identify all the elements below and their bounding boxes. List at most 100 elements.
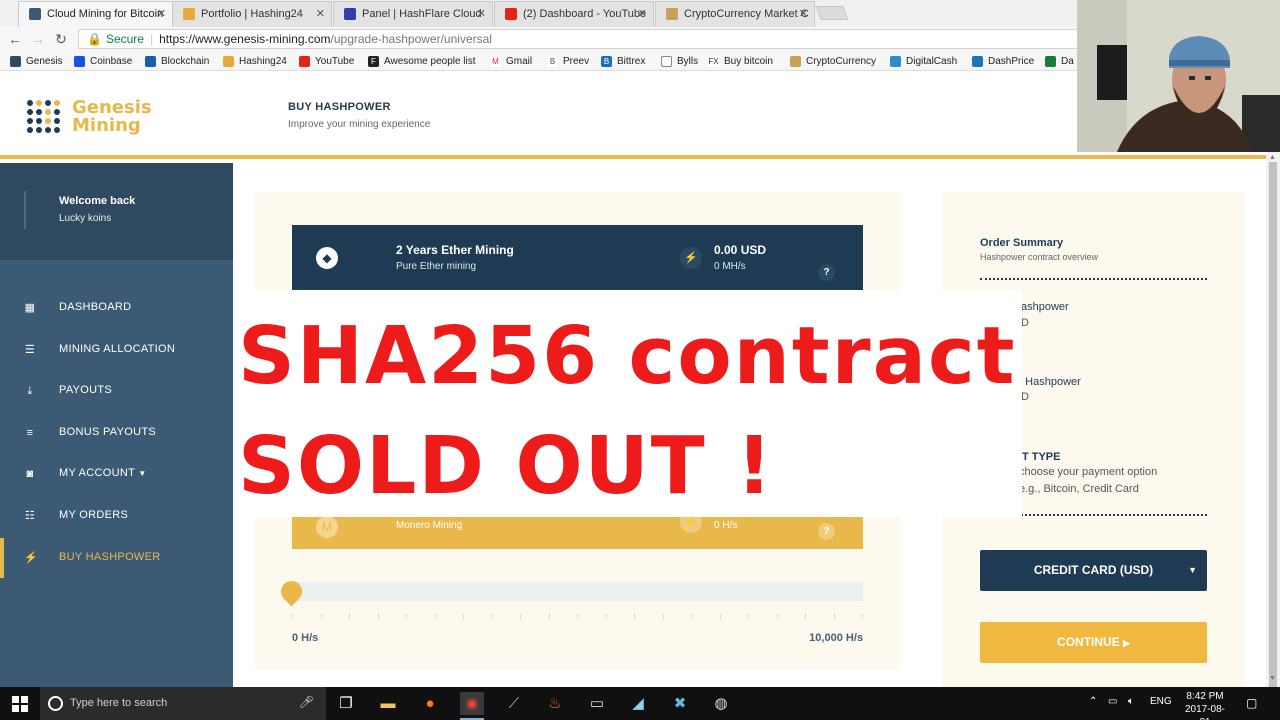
forward-arrow-icon[interactable]: → bbox=[29, 30, 47, 48]
order-summary-title: Order Summary bbox=[980, 237, 1064, 249]
browser-tab-youtube[interactable]: (2) Dashboard - YouTube ✕ bbox=[494, 1, 654, 27]
hashing24-favicon-icon bbox=[183, 8, 195, 20]
bookmark-label: CryptoCurrency bbox=[806, 56, 877, 67]
bookmark-da[interactable]: Da bbox=[1045, 54, 1074, 69]
x-app-icon[interactable]: ✖ bbox=[668, 692, 692, 715]
hashing24-bookmark-icon bbox=[223, 56, 234, 67]
tray-chevron-up-icon[interactable]: ⌃ bbox=[1089, 696, 1097, 707]
browser-tab-hashflare[interactable]: Panel | HashFlare Cloud ✕ bbox=[333, 1, 493, 27]
search-placeholder: Type here to search bbox=[70, 697, 168, 709]
dashprice-bookmark-icon bbox=[972, 56, 983, 67]
bookmark-cryptocurrency[interactable]: CryptoCurrency bbox=[790, 54, 876, 69]
close-tab-icon[interactable]: ✕ bbox=[477, 2, 486, 26]
scroll-down-icon[interactable]: ▼ bbox=[1269, 675, 1276, 682]
lock-icon: 🔒 bbox=[87, 32, 102, 46]
sidebar-item-label: BUY HASHPOWER bbox=[59, 551, 161, 563]
bookmark-genesis[interactable]: Genesis bbox=[10, 54, 63, 69]
bookmark-bittrex[interactable]: B Bittrex bbox=[601, 54, 645, 69]
sidebar-item-mining-allocation[interactable]: ☰ MINING ALLOCATION bbox=[0, 330, 233, 370]
obs-icon[interactable]: ◍ bbox=[709, 692, 733, 715]
terminal-icon[interactable]: ▭ bbox=[585, 692, 609, 715]
bookmark-youtube[interactable]: YouTube bbox=[299, 54, 354, 69]
summary-total-label: o Hashpower bbox=[1016, 376, 1081, 388]
fx-bookmark-icon: FX bbox=[708, 56, 719, 67]
flame-app-icon[interactable]: ♨ bbox=[543, 692, 567, 715]
app-icon[interactable]: ⟋ bbox=[502, 692, 526, 715]
da-bookmark-icon bbox=[1045, 56, 1056, 67]
close-tab-icon[interactable]: ✕ bbox=[316, 2, 325, 26]
sidebar-item-my-orders[interactable]: ☷ MY ORDERS bbox=[0, 496, 233, 536]
continue-button[interactable]: CONTINUE ▶ bbox=[980, 622, 1207, 663]
slider-ticks bbox=[292, 614, 863, 620]
youtube-bookmark-icon bbox=[299, 56, 310, 67]
sliders-icon: ☰ bbox=[24, 344, 36, 356]
coinbase-bookmark-icon bbox=[74, 56, 85, 67]
file-explorer-icon[interactable]: ▬ bbox=[376, 692, 400, 715]
sold-out-overlay: SHA256 contract SOLD OUT ! bbox=[233, 290, 1022, 517]
reload-icon[interactable]: ↻ bbox=[52, 30, 70, 48]
plan-card-ether[interactable]: ◆ 2 Years Ether Mining Pure Ether mining… bbox=[292, 225, 863, 290]
scroll-up-icon[interactable]: ▲ bbox=[1269, 154, 1276, 161]
bookmark-digitalcash[interactable]: DigitalCash bbox=[890, 54, 957, 69]
taskbar-search-box[interactable]: Type here to search 🎤︎ bbox=[40, 687, 326, 720]
task-view-icon[interactable]: ❐ bbox=[334, 692, 358, 715]
microphone-icon[interactable]: 🎤︎ bbox=[299, 695, 314, 709]
language-indicator[interactable]: ENG bbox=[1150, 696, 1172, 707]
address-bar[interactable]: 🔒 Secure | https://www.genesis-mining.com/u… bbox=[78, 29, 1078, 49]
tab-title: CryptoCurrency Market C bbox=[684, 8, 809, 20]
windows-start-icon[interactable] bbox=[12, 696, 28, 712]
cryptocurrency-bookmark-icon bbox=[790, 56, 801, 67]
close-tab-icon[interactable]: ✕ bbox=[799, 2, 808, 26]
summary-hashpower-value: D bbox=[1021, 317, 1029, 329]
firefox-icon[interactable]: ● bbox=[418, 692, 442, 715]
bookmark-blockchain[interactable]: Blockchain bbox=[145, 54, 209, 69]
plan-hashrate: 0 H/s bbox=[714, 520, 738, 531]
browser-tab-coinmarketcap[interactable]: CryptoCurrency Market C ✕ bbox=[655, 1, 815, 27]
bookmark-preev[interactable]: B Preev bbox=[547, 54, 589, 69]
notifications-icon[interactable]: ▢ bbox=[1246, 696, 1257, 710]
page-scrollbar[interactable]: ▲ ▼ bbox=[1266, 152, 1280, 720]
sidebar-item-dashboard[interactable]: ▦ DASHBOARD bbox=[0, 288, 233, 328]
close-tab-icon[interactable]: ✕ bbox=[157, 2, 166, 26]
slider-tick bbox=[634, 614, 635, 619]
plan-card-monero[interactable]: M Monero Mining ⚡ 0 H/s ? bbox=[292, 511, 863, 549]
sidebar-item-label: MY ORDERS bbox=[59, 509, 129, 521]
browser-tab-genesis[interactable]: Cloud Mining for Bitcoin ✕ bbox=[18, 1, 173, 27]
clock-time: 8:42 PM bbox=[1186, 691, 1224, 702]
continue-label: CONTINUE bbox=[1057, 635, 1120, 649]
help-icon[interactable]: ? bbox=[818, 264, 835, 281]
sidebar-item-my-account[interactable]: ◙ MY ACCOUNT ▼ bbox=[0, 454, 233, 494]
bookmark-bylls[interactable]: Bylls bbox=[661, 54, 698, 69]
scrollbar-thumb[interactable] bbox=[1269, 162, 1277, 720]
taskbar-clock[interactable]: 8:42 PM 2017-08-21 bbox=[1180, 690, 1230, 720]
new-tab-button[interactable] bbox=[815, 6, 849, 20]
network-icon[interactable]: ▭ bbox=[1108, 696, 1117, 707]
summary-divider bbox=[980, 278, 1207, 280]
close-tab-icon[interactable]: ✕ bbox=[638, 2, 647, 26]
tab-title: Cloud Mining for Bitcoin bbox=[47, 8, 164, 20]
bookmark-dashprice[interactable]: DashPrice bbox=[972, 54, 1034, 69]
bookmark-buy-bitcoin[interactable]: FX Buy bitcoin bbox=[708, 54, 773, 69]
chrome-icon[interactable]: ◉ bbox=[460, 692, 484, 720]
bookmark-hashing24[interactable]: Hashing24 bbox=[223, 54, 287, 69]
sidebar-item-bonus-payouts[interactable]: ≡ BONUS PAYOUTS bbox=[0, 413, 233, 453]
notepad-icon[interactable]: ◢ bbox=[626, 692, 650, 715]
sidebar-item-payouts[interactable]: ⤓ PAYOUTS bbox=[0, 371, 233, 411]
bookmark-coinbase[interactable]: Coinbase bbox=[74, 54, 132, 69]
bookmark-gmail[interactable]: M Gmail bbox=[490, 54, 532, 69]
help-icon[interactable]: ? bbox=[818, 523, 835, 540]
hashpower-slider-track[interactable] bbox=[292, 582, 863, 601]
payment-method-dropdown[interactable]: CREDIT CARD (USD) ▼ bbox=[980, 550, 1207, 591]
volume-icon[interactable]: 🔈︎ bbox=[1128, 696, 1134, 707]
slider-tick bbox=[463, 614, 464, 619]
bookmark-awesome-people[interactable]: F Awesome people list bbox=[368, 54, 476, 69]
sidebar-item-buy-hashpower[interactable]: ⚡ BUY HASHPOWER bbox=[0, 538, 233, 578]
browser-tab-hashing24[interactable]: Portfolio | Hashing24 ✕ bbox=[172, 1, 332, 27]
payment-hint-example: e.g., Bitcoin, Credit Card bbox=[1019, 483, 1139, 495]
bookmark-label: Gmail bbox=[506, 56, 533, 67]
logo-dot bbox=[36, 118, 42, 124]
bookmark-label: Bittrex bbox=[617, 56, 646, 67]
genesis-logo-text[interactable]: Genesis Mining bbox=[72, 99, 152, 135]
back-arrow-icon[interactable]: ← bbox=[6, 30, 24, 48]
genesis-logo-icon[interactable] bbox=[27, 100, 61, 134]
